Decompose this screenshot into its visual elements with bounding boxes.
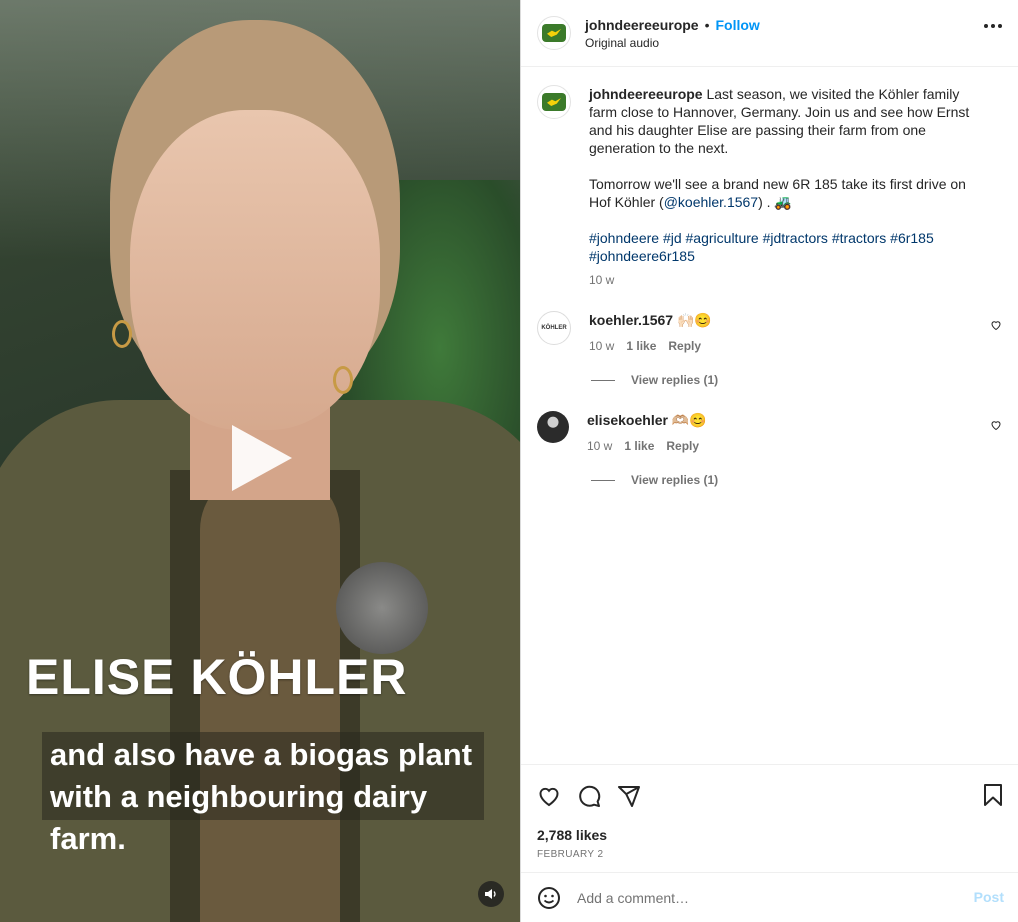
caption-hashtags[interactable]: #johndeere #jd #agriculture #jdtractors … bbox=[589, 229, 979, 265]
john-deere-logo-icon bbox=[542, 93, 566, 111]
post-comment-button[interactable]: Post bbox=[974, 889, 1004, 905]
audio-label[interactable]: Original audio bbox=[585, 36, 760, 50]
comment-likes[interactable]: 1 like bbox=[626, 337, 656, 355]
view-replies-button[interactable]: View replies (1) bbox=[591, 473, 1002, 487]
reply-button[interactable]: Reply bbox=[668, 337, 701, 355]
comments-list: johndeereeurope Last season, we visited … bbox=[521, 67, 1018, 764]
comment-item: KÖHLER koehler.1567 🙌🏻😊 10 w 1 like Repl… bbox=[537, 311, 1002, 355]
caption-username[interactable]: johndeereeurope bbox=[589, 86, 703, 102]
send-icon bbox=[618, 786, 640, 807]
caption-time[interactable]: 10 w bbox=[589, 271, 614, 289]
follow-button[interactable]: Follow bbox=[716, 17, 760, 33]
comment-icon bbox=[579, 785, 601, 807]
comment-input[interactable] bbox=[575, 888, 939, 907]
caption-text-3: ) . 🚜 bbox=[758, 194, 792, 210]
emoji-icon[interactable] bbox=[537, 886, 561, 910]
comment-like-heart-icon[interactable] bbox=[990, 319, 1002, 331]
comment-username[interactable]: elisekoehler bbox=[587, 412, 668, 428]
caption-avatar[interactable] bbox=[537, 85, 571, 119]
post-caption: johndeereeurope Last season, we visited … bbox=[537, 85, 1002, 289]
speaker-icon bbox=[485, 889, 496, 899]
commenter-avatar[interactable]: KÖHLER bbox=[537, 311, 571, 345]
subtitle-line-1: and also have a biogas plant bbox=[50, 737, 473, 772]
comment-username[interactable]: koehler.1567 bbox=[589, 312, 673, 328]
subtitle-line-2: with a neighbouring dairy farm. bbox=[50, 779, 428, 856]
play-icon[interactable] bbox=[232, 425, 292, 491]
separator-dot: • bbox=[704, 16, 710, 33]
comment-like-heart-icon[interactable] bbox=[990, 419, 1002, 431]
commenter-avatar[interactable] bbox=[537, 411, 569, 443]
video-player[interactable]: ELISE KÖHLER and also have a biogas plan… bbox=[0, 0, 520, 922]
comment-item: elisekoehler 🫶🏼😊 10 w 1 like Reply bbox=[537, 411, 1002, 455]
likes-count[interactable]: 2,788 likes bbox=[521, 827, 1018, 843]
comment-time[interactable]: 10 w bbox=[589, 337, 614, 355]
share-button[interactable] bbox=[617, 784, 641, 808]
comment-likes[interactable]: 1 like bbox=[624, 437, 654, 455]
earring-right bbox=[333, 366, 353, 394]
bookmark-icon bbox=[984, 784, 1002, 806]
lapel-microphone bbox=[336, 562, 428, 654]
header-username[interactable]: johndeereeurope bbox=[585, 17, 699, 33]
comment-text: 🫶🏼😊 bbox=[671, 412, 707, 428]
action-bar bbox=[521, 764, 1018, 827]
save-button[interactable] bbox=[982, 783, 1004, 812]
mute-button[interactable] bbox=[478, 881, 504, 907]
comment-text: 🙌🏻😊 bbox=[676, 312, 712, 328]
post-side-panel: johndeereeurope • Follow Original audio … bbox=[520, 0, 1018, 922]
earring-left bbox=[112, 320, 132, 348]
caption-mention-link[interactable]: @koehler.1567 bbox=[664, 194, 758, 210]
john-deere-logo-icon bbox=[542, 24, 566, 42]
video-name-caption: ELISE KÖHLER bbox=[26, 649, 408, 705]
comment-button[interactable] bbox=[577, 784, 601, 808]
view-replies-label: View replies (1) bbox=[631, 373, 719, 387]
more-options-icon[interactable] bbox=[984, 24, 1002, 28]
reply-button[interactable]: Reply bbox=[666, 437, 699, 455]
post-date[interactable]: FEBRUARY 2 bbox=[521, 843, 1018, 860]
view-replies-label: View replies (1) bbox=[631, 473, 719, 487]
account-avatar[interactable] bbox=[537, 16, 571, 50]
post-header: johndeereeurope • Follow Original audio bbox=[521, 0, 1018, 67]
comment-time[interactable]: 10 w bbox=[587, 437, 612, 455]
video-subtitle: and also have a biogas plant with a neig… bbox=[42, 732, 484, 856]
add-comment-bar: Post bbox=[521, 872, 1018, 922]
like-button[interactable] bbox=[537, 784, 561, 808]
heart-icon bbox=[539, 787, 559, 807]
view-replies-button[interactable]: View replies (1) bbox=[591, 373, 1002, 387]
